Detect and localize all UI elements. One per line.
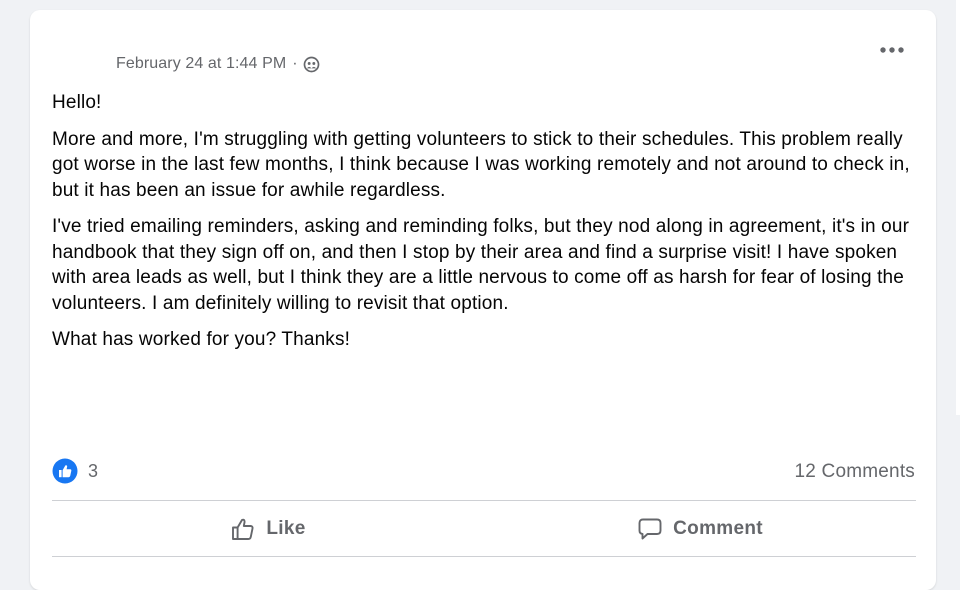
adjacent-panel-edge xyxy=(956,0,960,415)
like-reaction-icon xyxy=(52,458,78,484)
actions-divider xyxy=(52,556,916,557)
reaction-count: 3 xyxy=(88,460,99,481)
post-body: Hello! More and more, I'm struggling wit… xyxy=(52,90,914,364)
more-options-button[interactable] xyxy=(876,36,908,64)
post-card: February 24 at 1:44 PM · Hello! More and… xyxy=(30,10,936,590)
stats-divider xyxy=(52,500,916,501)
reactions-summary[interactable]: 3 xyxy=(52,458,98,484)
post-meta: February 24 at 1:44 PM · xyxy=(116,54,320,74)
thumbs-up-icon xyxy=(230,516,256,542)
post-paragraph: I've tried emailing reminders, asking an… xyxy=(52,216,910,314)
comment-bubble-icon xyxy=(637,516,663,542)
group-privacy-icon[interactable] xyxy=(303,56,320,73)
post-paragraph: Hello! xyxy=(52,92,102,113)
post-timestamp[interactable]: February 24 at 1:44 PM xyxy=(116,55,286,73)
more-horizontal-icon xyxy=(880,47,904,53)
like-label: Like xyxy=(266,518,306,539)
meta-separator: · xyxy=(292,55,298,72)
comments-count-link[interactable]: 12 Comments xyxy=(795,461,915,483)
comment-button[interactable]: Comment xyxy=(484,504,916,554)
post-paragraph: More and more, I'm struggling with getti… xyxy=(52,128,910,201)
like-button[interactable]: Like xyxy=(52,504,484,554)
post-actions: Like Comment xyxy=(52,504,916,554)
comment-label: Comment xyxy=(673,518,763,539)
post-paragraph: What has worked for you? Thanks! xyxy=(52,329,351,350)
